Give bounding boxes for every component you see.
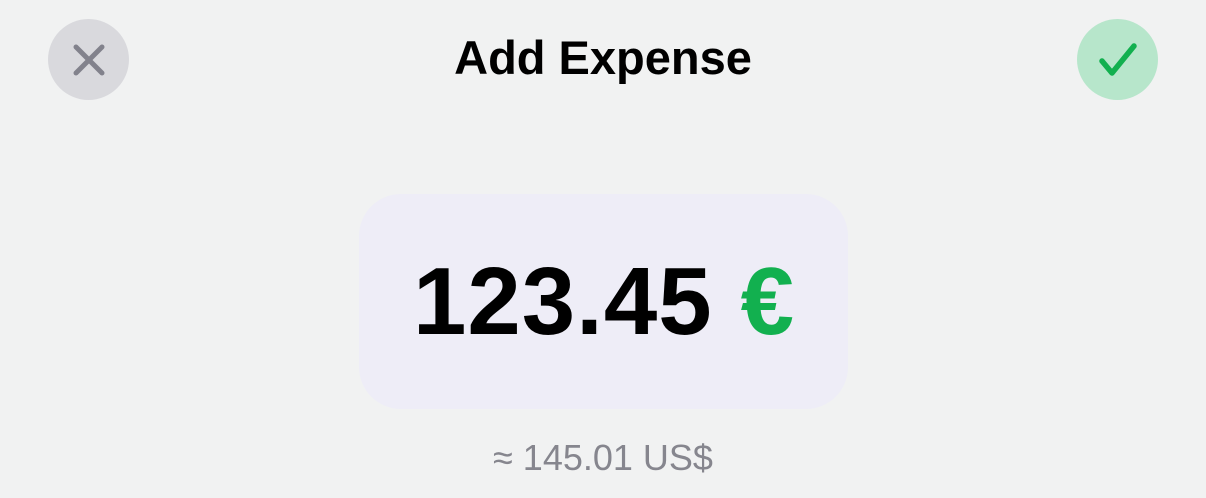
amount-input[interactable]: 123.45 € <box>359 194 848 409</box>
currency-symbol[interactable]: € <box>741 247 794 357</box>
converted-amount: ≈ 145.01 US$ <box>493 437 713 478</box>
confirm-button[interactable] <box>1077 19 1158 100</box>
amount-value: 123.45 <box>412 247 713 355</box>
page-title: Add Expense <box>454 31 752 84</box>
checkmark-icon <box>1098 42 1138 78</box>
